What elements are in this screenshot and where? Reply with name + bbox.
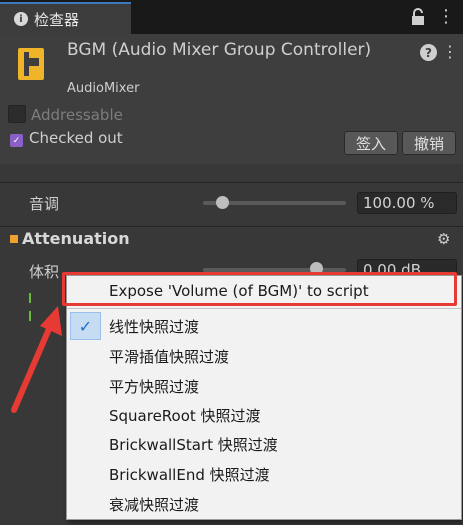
menu-item-squared[interactable]: 平方快照过渡 xyxy=(109,376,199,397)
context-menu: Expose 'Volume (of BGM)' to script ✓ 线性快… xyxy=(66,275,462,520)
section-marker xyxy=(10,235,18,243)
help-icon[interactable]: ? xyxy=(420,44,437,61)
checkin-button[interactable]: 签入 xyxy=(344,131,398,155)
divider xyxy=(0,226,463,227)
divider xyxy=(0,182,463,183)
gear-icon[interactable]: ⚙ xyxy=(437,232,451,247)
highlight-box xyxy=(62,272,457,306)
lock-icon[interactable] xyxy=(410,7,426,27)
addressable-checkbox[interactable] xyxy=(8,105,26,123)
menu-item-attenuation[interactable]: 衰减快照过渡 xyxy=(109,494,199,515)
menu-item-linear[interactable]: 线性快照过渡 xyxy=(109,316,199,337)
info-icon: i xyxy=(14,12,28,26)
volume-label: 体积 xyxy=(29,263,60,281)
more-icon[interactable]: ⋮ xyxy=(436,5,456,29)
attenuation-title[interactable]: Attenuation xyxy=(22,229,130,248)
tab-label: 检查器 xyxy=(34,10,80,29)
object-subtitle: AudioMixer xyxy=(67,81,140,96)
checked-out-label: Checked out xyxy=(29,129,123,147)
revert-button[interactable]: 撤销 xyxy=(402,131,456,155)
tab-inspector[interactable]: i 检查器 xyxy=(0,2,131,34)
pitch-label: 音调 xyxy=(29,195,60,213)
pitch-value-field[interactable]: 100.00 % xyxy=(357,192,457,214)
audio-mixer-group-icon xyxy=(18,48,44,80)
object-title: BGM (Audio Mixer Group Controller) xyxy=(67,40,372,60)
level-meter-bar xyxy=(29,293,31,303)
kebab-icon[interactable]: ⋮ xyxy=(442,40,458,64)
menu-item-brickwallstart[interactable]: BrickwallStart 快照过渡 xyxy=(109,434,278,455)
menu-separator xyxy=(67,308,461,309)
level-meter-bar xyxy=(29,311,31,321)
pitch-slider-thumb[interactable] xyxy=(216,196,229,209)
addressable-label: Addressable xyxy=(31,106,123,124)
menu-item-squareroot[interactable]: SquareRoot 快照过渡 xyxy=(109,405,261,426)
menu-item-brickwallend[interactable]: BrickwallEnd 快照过渡 xyxy=(109,464,270,485)
checked-out-icon: ✓ xyxy=(10,134,23,147)
menu-item-smoothstep[interactable]: 平滑插值快照过渡 xyxy=(109,346,229,367)
checkmark-icon: ✓ xyxy=(70,312,101,340)
